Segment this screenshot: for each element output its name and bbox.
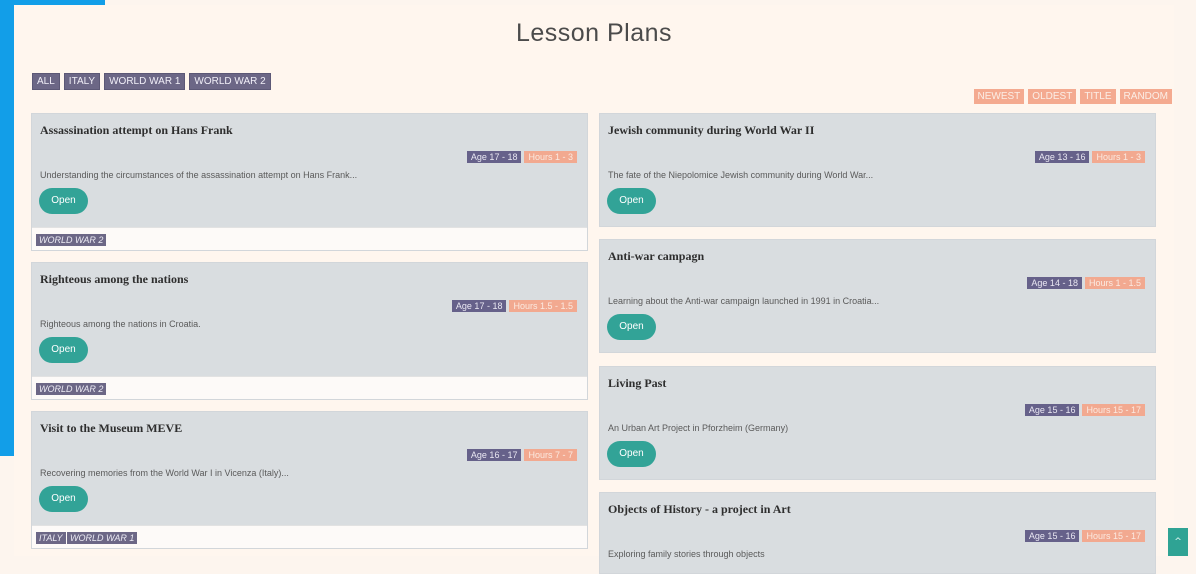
lesson-tags: ITALY WORLD WAR 1 bbox=[32, 525, 587, 548]
lesson-description: Exploring family stories through objects bbox=[608, 549, 765, 559]
open-button[interactable]: Open bbox=[39, 188, 88, 214]
filter-all[interactable]: ALL bbox=[32, 73, 60, 90]
lesson-description: Recovering memories from the World War I… bbox=[40, 468, 289, 478]
lesson-title: Jewish community during World War II bbox=[608, 123, 815, 137]
tag-world-war-2[interactable]: WORLD WAR 2 bbox=[36, 234, 107, 246]
lesson-card: Visit to the Museum MEVE Age 16 - 17 Hou… bbox=[31, 411, 588, 549]
hours-badge: Hours 1 - 3 bbox=[1092, 151, 1145, 163]
lesson-title: Living Past bbox=[608, 376, 667, 390]
lesson-tags: WORLD WAR 2 bbox=[32, 227, 587, 250]
lesson-card: Righteous among the nations Age 17 - 18 … bbox=[31, 262, 588, 400]
hours-badge: Hours 1.5 - 1.5 bbox=[509, 300, 577, 312]
open-button[interactable]: Open bbox=[607, 314, 656, 340]
lesson-badges: Age 13 - 16 Hours 1 - 3 bbox=[1034, 151, 1145, 163]
lesson-title: Righteous among the nations bbox=[40, 272, 189, 286]
age-badge: Age 17 - 18 bbox=[451, 300, 507, 312]
filter-world-war-1[interactable]: WORLD WAR 1 bbox=[104, 73, 186, 90]
lesson-tags: WORLD WAR 2 bbox=[32, 376, 587, 399]
hours-badge: Hours 1 - 1.5 bbox=[1084, 277, 1145, 289]
lesson-badges: Age 16 - 17 Hours 7 - 7 bbox=[466, 449, 577, 461]
lesson-badges: Age 15 - 16 Hours 15 - 17 bbox=[1024, 530, 1145, 542]
hours-badge: Hours 15 - 17 bbox=[1082, 530, 1145, 542]
filter-bar: ALL ITALY WORLD WAR 1 WORLD WAR 2 bbox=[32, 73, 271, 90]
hours-badge: Hours 1 - 3 bbox=[524, 151, 577, 163]
lesson-card: Objects of History - a project in Art Ag… bbox=[599, 492, 1156, 574]
tag-italy[interactable]: ITALY bbox=[36, 532, 66, 544]
hours-badge: Hours 15 - 17 bbox=[1082, 404, 1145, 416]
lesson-title: Assassination attempt on Hans Frank bbox=[40, 123, 233, 137]
open-button[interactable]: Open bbox=[607, 188, 656, 214]
filter-world-war-2[interactable]: WORLD WAR 2 bbox=[189, 73, 271, 90]
age-badge: Age 15 - 16 bbox=[1024, 404, 1080, 416]
open-button[interactable]: Open bbox=[39, 486, 88, 512]
tag-world-war-1[interactable]: WORLD WAR 1 bbox=[67, 532, 138, 544]
age-badge: Age 13 - 16 bbox=[1034, 151, 1090, 163]
lesson-badges: Age 15 - 16 Hours 15 - 17 bbox=[1024, 404, 1145, 416]
lesson-description: Understanding the circumstances of the a… bbox=[40, 170, 358, 180]
age-badge: Age 16 - 17 bbox=[466, 449, 522, 461]
lesson-badges: Age 17 - 18 Hours 1.5 - 1.5 bbox=[451, 300, 577, 312]
lesson-card: Assassination attempt on Hans Frank Age … bbox=[31, 113, 588, 251]
filter-italy[interactable]: ITALY bbox=[63, 73, 101, 90]
sort-random[interactable]: RANDOM bbox=[1119, 89, 1172, 104]
sort-oldest[interactable]: OLDEST bbox=[1028, 89, 1077, 104]
age-badge: Age 14 - 18 bbox=[1027, 277, 1082, 289]
hours-badge: Hours 7 - 7 bbox=[524, 449, 577, 461]
tag-world-war-2[interactable]: WORLD WAR 2 bbox=[36, 383, 107, 395]
lesson-description: Righteous among the nations in Croatia. bbox=[40, 319, 201, 329]
side-accent-bar bbox=[0, 0, 14, 456]
age-badge: Age 17 - 18 bbox=[466, 151, 522, 163]
age-badge: Age 15 - 16 bbox=[1024, 530, 1080, 542]
lesson-card: Jewish community during World War II Age… bbox=[599, 113, 1156, 227]
lesson-card: Anti-war campagn Age 14 - 18 Hours 1 - 1… bbox=[599, 239, 1156, 353]
lesson-description: An Urban Art Project in Pforzheim (Germa… bbox=[608, 423, 789, 433]
lesson-description: Learning about the Anti-war campaign lau… bbox=[608, 296, 880, 306]
lesson-badges: Age 17 - 18 Hours 1 - 3 bbox=[466, 151, 577, 163]
page-title: Lesson Plans bbox=[515, 19, 673, 47]
lesson-card: Living Past Age 15 - 16 Hours 15 - 17 An… bbox=[599, 366, 1156, 480]
lesson-title: Anti-war campagn bbox=[608, 249, 705, 263]
lesson-title: Objects of History - a project in Art bbox=[608, 502, 791, 516]
sort-newest[interactable]: NEWEST bbox=[973, 89, 1025, 104]
open-button[interactable]: Open bbox=[607, 441, 656, 467]
open-button[interactable]: Open bbox=[39, 337, 88, 363]
lesson-plans-page: Lesson Plans ALL ITALY WORLD WAR 1 WORLD… bbox=[14, 5, 1188, 574]
lesson-badges: Age 14 - 18 Hours 1 - 1.5 bbox=[1027, 277, 1145, 289]
scroll-to-top-button[interactable]: ^ bbox=[1168, 528, 1188, 556]
lesson-title: Visit to the Museum MEVE bbox=[40, 421, 183, 435]
sort-title[interactable]: TITLE bbox=[1080, 89, 1116, 104]
sort-bar: NEWEST OLDEST TITLE RANDOM bbox=[973, 89, 1172, 104]
lesson-description: The fate of the Niepolomice Jewish commu… bbox=[608, 170, 874, 180]
